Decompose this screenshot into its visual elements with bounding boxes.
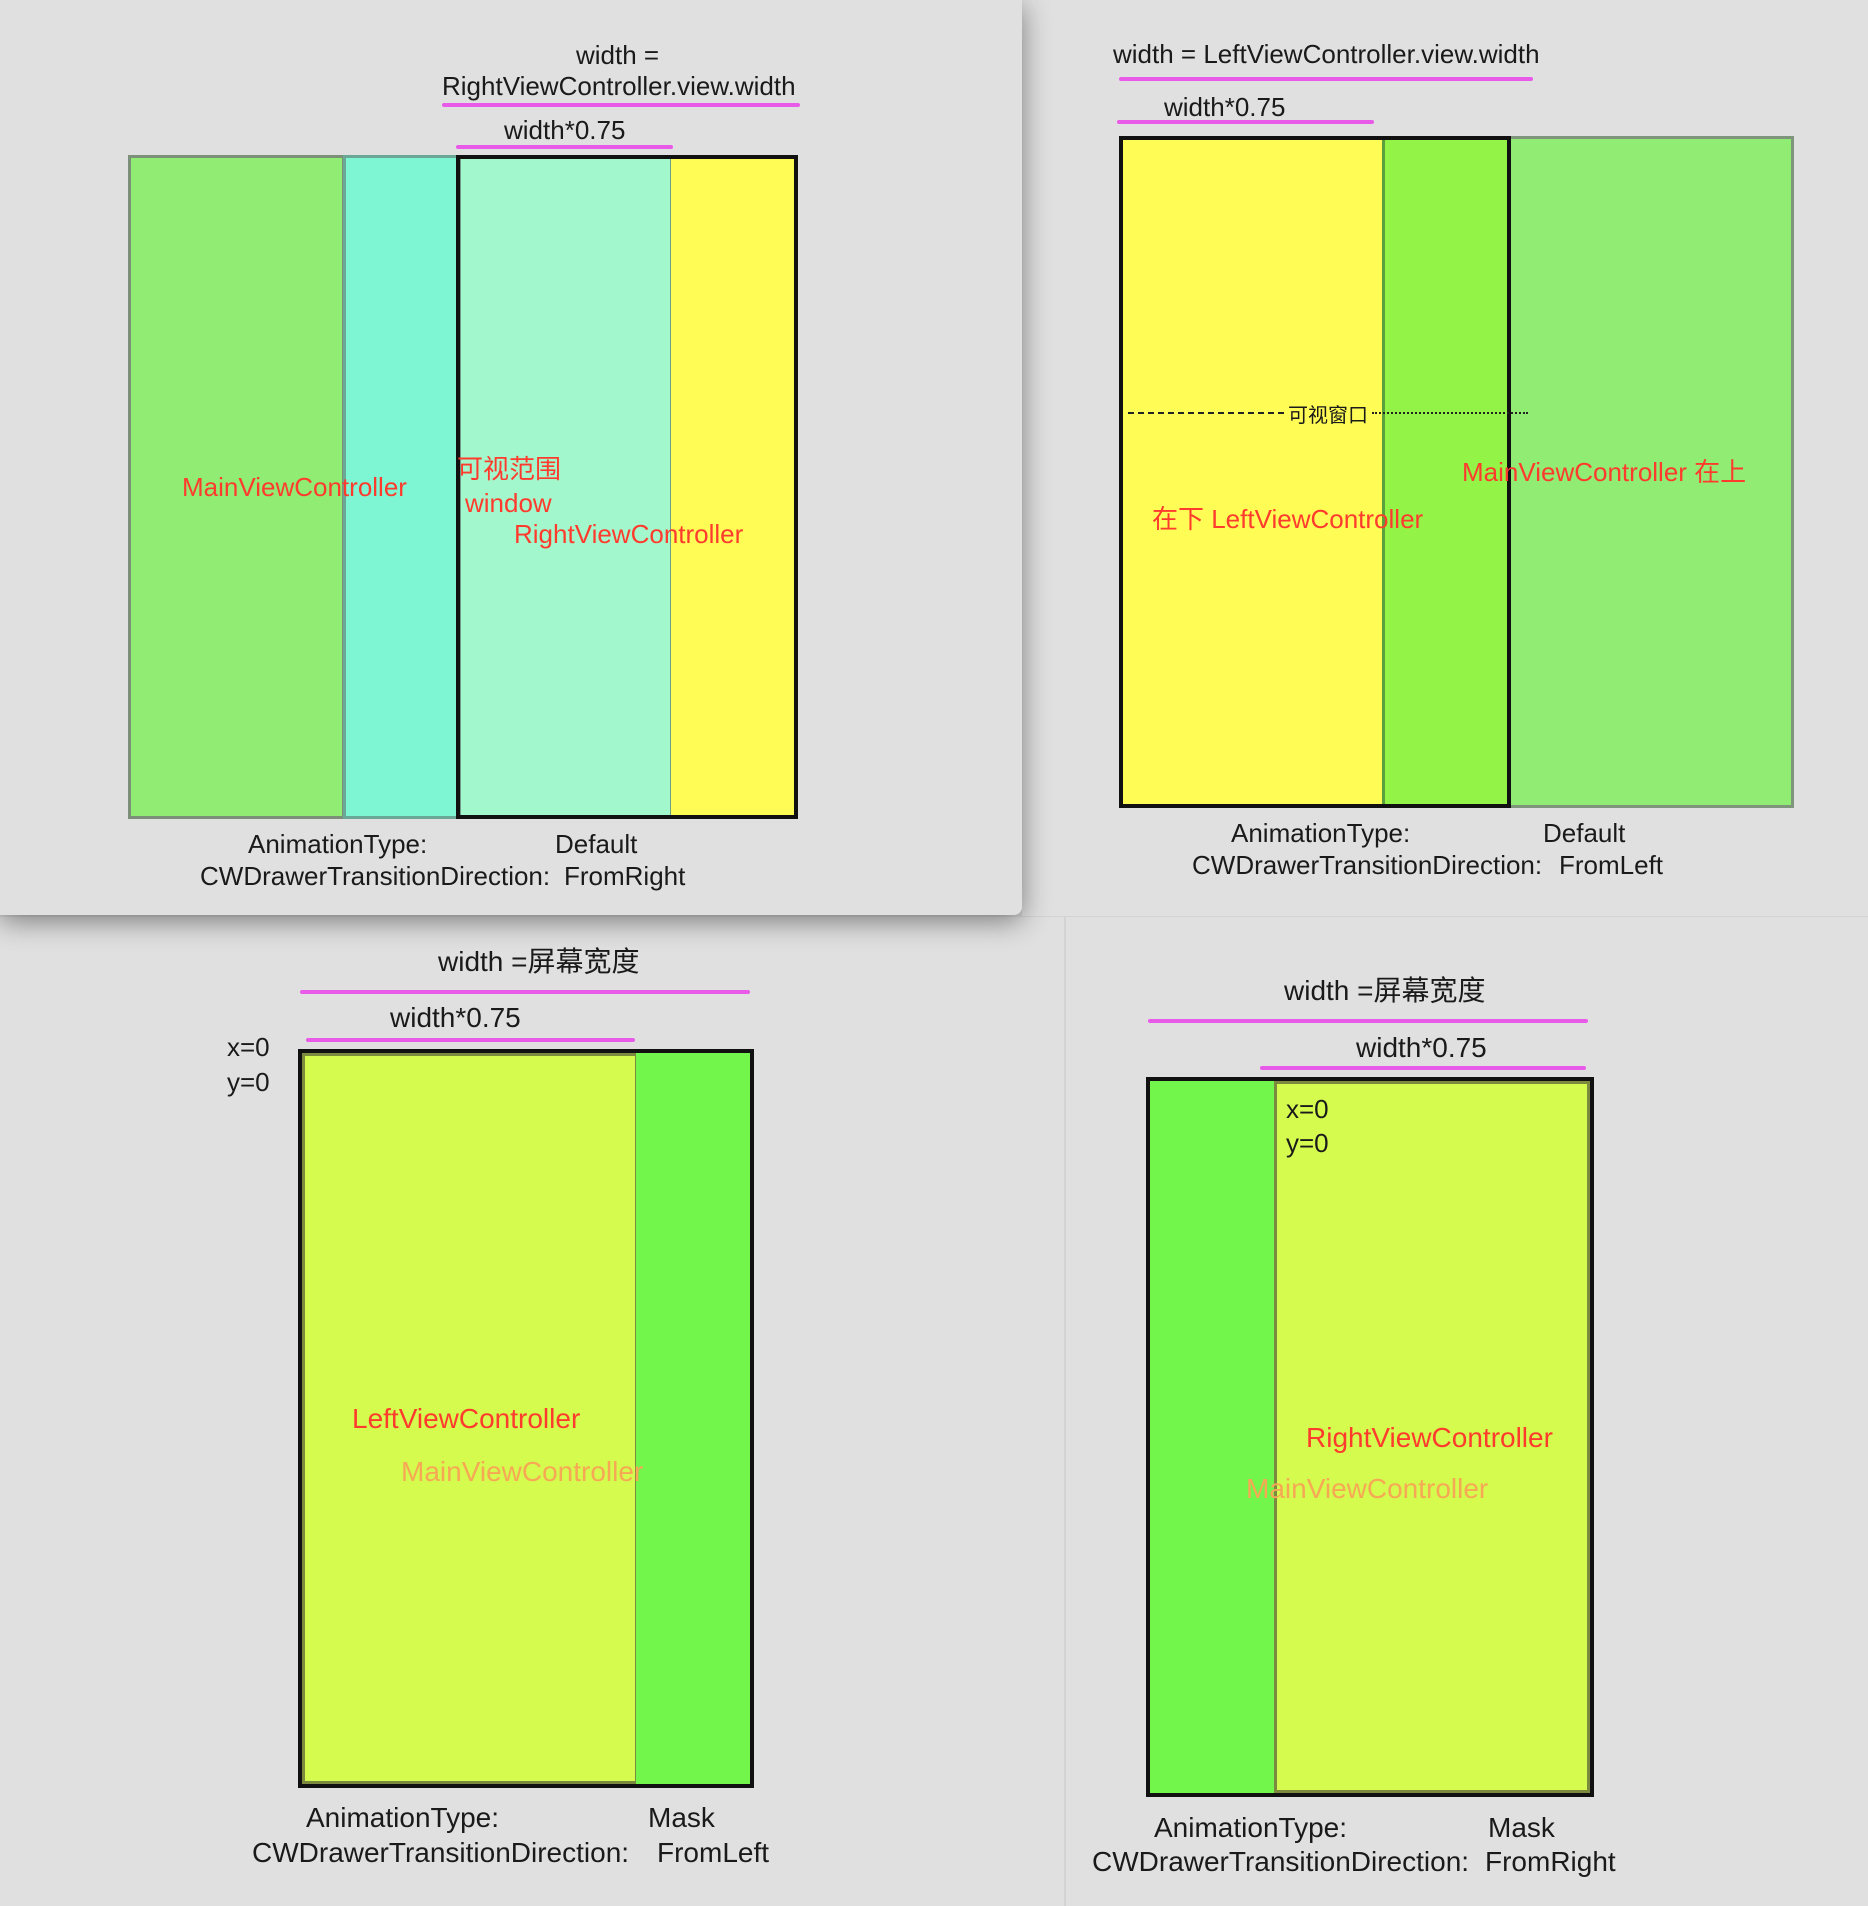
ratio-underline (306, 1038, 635, 1042)
direction-value: FromRight (1485, 1846, 1616, 1877)
dash-line-right (1372, 412, 1528, 414)
ratio-underline (456, 145, 673, 149)
width-underline (300, 990, 750, 994)
ratio-underline (1260, 1066, 1586, 1070)
dash-line-left (1128, 412, 1284, 414)
width-label-line-2: RightViewController.view.width (442, 71, 796, 101)
panel-mask-from-right: width =屏幕宽度 width*0.75 x=0 y=0 RightView… (1066, 917, 1868, 1906)
origin-y-label: y=0 (227, 1067, 270, 1097)
window-frame (456, 155, 798, 819)
direction-label: CWDrawerTransitionDirection: (1192, 850, 1543, 880)
ratio-label: width*0.75 (504, 115, 626, 145)
animation-type-value: Mask (1488, 1812, 1555, 1843)
direction-value: FromLeft (1559, 850, 1664, 880)
main-view-label: MainViewController (401, 1456, 644, 1487)
width-label: width =屏幕宽度 (1284, 975, 1486, 1006)
origin-x-label: x=0 (227, 1032, 270, 1062)
width-label-line-1: width = (576, 40, 660, 70)
main-view-label: MainViewController (182, 472, 407, 502)
direction-value: FromRight (564, 861, 686, 891)
animation-type-label: AnimationType: (1231, 818, 1411, 848)
ratio-underline (1117, 120, 1374, 124)
width-underline (1148, 1019, 1588, 1023)
main-view-label: MainViewController (1246, 1473, 1489, 1504)
ratio-label: width*0.75 (1356, 1032, 1487, 1063)
window-frame (1119, 136, 1511, 808)
width-label: width = LeftViewController.view.width (1113, 39, 1540, 69)
left-view-label: 在下 LeftViewController (1152, 504, 1424, 534)
width-underline (442, 103, 800, 107)
visible-range-label: 可视范围 (457, 454, 562, 484)
ratio-label: width*0.75 (390, 1002, 521, 1033)
right-view-label: RightViewController (1306, 1422, 1553, 1453)
right-view-label: RightViewController (514, 519, 744, 549)
panel-default-from-right: width = RightViewController.view.width w… (0, 0, 1022, 915)
visible-window-label: 可视窗口 (1288, 404, 1368, 427)
direction-value: FromLeft (657, 1837, 770, 1868)
width-underline (1119, 77, 1533, 81)
visible-window-marker: 可视窗口 (1128, 400, 1528, 427)
animation-type-label: AnimationType: (306, 1802, 499, 1833)
panel-mask-from-left: width =屏幕宽度 width*0.75 x=0 y=0 LeftViewC… (0, 917, 1064, 1906)
width-label: width =屏幕宽度 (438, 946, 640, 977)
origin-y-label: y=0 (1286, 1128, 1329, 1158)
direction-label: CWDrawerTransitionDirection: (1092, 1846, 1470, 1877)
animation-type-value: Mask (648, 1802, 715, 1833)
direction-label: CWDrawerTransitionDirection: (252, 1837, 630, 1868)
animation-type-value: Default (555, 829, 638, 859)
animation-type-label: AnimationType: (248, 829, 428, 859)
ratio-label: width*0.75 (1164, 92, 1286, 122)
main-view-label: MainViewController 在上 (1462, 457, 1747, 487)
animation-type-value: Default (1543, 818, 1626, 848)
left-view-label: LeftViewController (352, 1403, 581, 1434)
origin-x-label: x=0 (1286, 1094, 1329, 1124)
animation-type-label: AnimationType: (1154, 1812, 1347, 1843)
window-label: window (465, 488, 552, 518)
panel-default-from-left: width = LeftViewController.view.width wi… (1022, 0, 1868, 916)
direction-label: CWDrawerTransitionDirection: (200, 861, 551, 891)
